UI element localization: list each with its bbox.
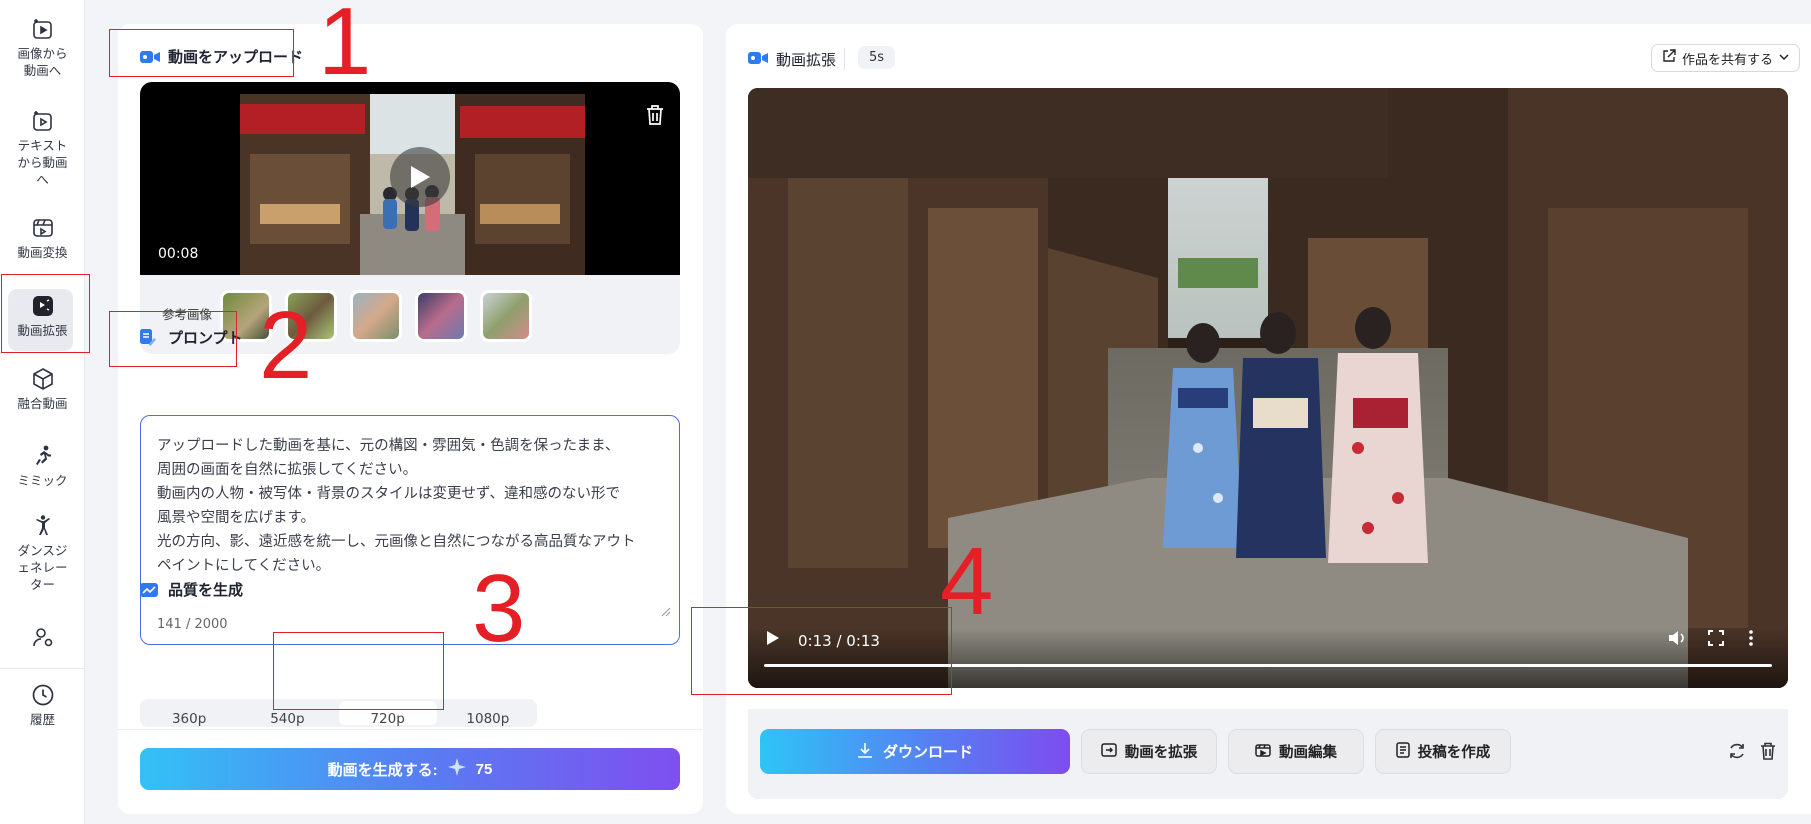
- video-extend-icon: [30, 293, 56, 319]
- annotation-box-2: [109, 311, 237, 367]
- prompt-text[interactable]: アップロードした動画を基に、元の構図・雰囲気・色調を保ったまま、 周囲の画面を自…: [157, 434, 663, 578]
- video-player[interactable]: 0:13 / 0:13: [748, 88, 1788, 688]
- annotation-box-1: [109, 29, 294, 77]
- annotation-number-1: 1: [318, 0, 372, 95]
- camera-icon: [748, 51, 768, 69]
- duration-badge: 5s: [858, 46, 896, 69]
- share-label: 作品を共有する: [1682, 52, 1774, 68]
- generate-credits: 75: [475, 760, 493, 778]
- generate-footer: 動画を生成する: 75: [118, 729, 703, 814]
- sparkle-icon: [447, 758, 466, 780]
- nav-divider: [0, 668, 85, 669]
- annotation-box-4: [691, 607, 952, 695]
- generate-video-button[interactable]: 動画を生成する: 75: [140, 748, 680, 790]
- external-link-icon: [1662, 49, 1676, 67]
- video-convert-icon: [30, 215, 56, 241]
- reference-image[interactable]: [415, 290, 467, 342]
- generate-button-label: 動画を生成する:: [327, 761, 438, 779]
- character-count: 141 / 2000: [157, 617, 228, 632]
- download-button[interactable]: ダウンロード: [760, 729, 1070, 774]
- result-panel: 動画拡張 5s 作品を共有する 0:13 / 0:13 ダウンロード 動画を拡張…: [726, 24, 1811, 814]
- trash-icon: [647, 105, 663, 125]
- sidebar-item-label: テキスト から動画 へ: [17, 138, 68, 187]
- play-icon: [411, 166, 430, 188]
- sidebar-item-label: ダンスジ ェネレー ター: [17, 543, 68, 592]
- trash-icon: [1761, 742, 1775, 760]
- text-to-video-icon: [30, 108, 56, 134]
- annotation-number-2: 2: [259, 292, 313, 399]
- volume-icon[interactable]: [1668, 630, 1686, 650]
- delete-result-button[interactable]: [1760, 742, 1776, 764]
- prompt-textarea[interactable]: アップロードした動画を基に、元の構図・雰囲気・色調を保ったまま、 周囲の画面を自…: [140, 415, 680, 645]
- download-icon: [857, 742, 873, 762]
- quality-option-360p[interactable]: 360p: [140, 699, 238, 727]
- result-title: 動画拡張: [748, 49, 836, 70]
- annotation-number-3: 3: [472, 555, 526, 662]
- download-label: ダウンロード: [882, 743, 973, 761]
- dancer-icon: [30, 513, 56, 539]
- fusion-icon: [30, 366, 56, 392]
- result-title-text: 動画拡張: [776, 51, 837, 69]
- regenerate-button[interactable]: [1728, 742, 1746, 764]
- edit-video-button[interactable]: 動画編集: [1228, 729, 1364, 774]
- title-divider: [844, 48, 845, 70]
- nav-divider-wrap: [0, 668, 85, 669]
- annotation-number-4: 4: [940, 528, 994, 635]
- video-duration: 00:08: [158, 246, 199, 262]
- sidebar-item-label: 動画変換: [17, 245, 68, 260]
- sidebar-item-mimic[interactable]: ミミック: [0, 443, 85, 489]
- quality-section-title: 品質を生成: [140, 579, 243, 600]
- refresh-icon: [1730, 743, 1744, 759]
- more-options-icon[interactable]: [1748, 630, 1754, 650]
- sidebar-item-fusion[interactable]: 融合動画: [0, 366, 85, 412]
- quality-icon: [140, 582, 160, 598]
- post-label: 投稿を作成: [1417, 745, 1491, 761]
- sidebar-item-label: 履歴: [29, 712, 55, 727]
- share-work-button[interactable]: 作品を共有する: [1651, 44, 1801, 72]
- sidebar-item-dance-generator[interactable]: ダンスジ ェネレー ター: [0, 513, 85, 593]
- image-to-video-icon: [30, 16, 56, 42]
- reference-image[interactable]: [350, 290, 402, 342]
- extend-icon: [1101, 742, 1117, 762]
- reference-image[interactable]: [480, 290, 532, 342]
- extend-video-button[interactable]: 動画を拡張: [1081, 729, 1217, 774]
- video-play-button[interactable]: [390, 147, 450, 207]
- delete-video-button[interactable]: [645, 104, 669, 128]
- chevron-down-icon: [1779, 51, 1789, 66]
- document-icon: [1396, 741, 1410, 762]
- clock-icon: [30, 682, 56, 708]
- quality-option-1080p[interactable]: 1080p: [439, 699, 537, 727]
- extend-label: 動画を拡張: [1124, 745, 1198, 761]
- fullscreen-icon[interactable]: [1708, 630, 1724, 650]
- sidebar-item-account[interactable]: [0, 624, 85, 650]
- resize-handle-icon[interactable]: [661, 602, 671, 617]
- create-post-button[interactable]: 投稿を作成: [1375, 729, 1511, 774]
- sidebar-nav: 画像から 動画へ テキスト から動画 へ 動画変換 動画拡張 融合動画 ミミック: [0, 0, 85, 824]
- video-frame: [748, 88, 1788, 688]
- sidebar-item-image-to-video[interactable]: 画像から 動画へ: [0, 16, 85, 79]
- user-settings-icon: [30, 624, 56, 650]
- sidebar-item-video-convert[interactable]: 動画変換: [0, 215, 85, 261]
- sidebar-item-text-to-video[interactable]: テキスト から動画 へ: [0, 108, 85, 188]
- sidebar-item-label: 動画拡張: [17, 323, 68, 338]
- quality-title-text: 品質を生成: [168, 581, 244, 599]
- sidebar-item-history[interactable]: 履歴: [0, 682, 85, 728]
- edit-label: 動画編集: [1279, 745, 1337, 761]
- annotation-box-3: [273, 632, 444, 710]
- sidebar-item-label: 画像から 動画へ: [17, 46, 68, 78]
- runner-icon: [30, 443, 56, 469]
- sidebar-item-label: ミミック: [17, 473, 68, 488]
- sidebar-item-label: 融合動画: [17, 396, 68, 411]
- video-edit-icon: [1255, 742, 1271, 762]
- result-actions: ダウンロード 動画を拡張 動画編集 投稿を作成: [748, 709, 1788, 799]
- uploaded-video[interactable]: 00:08: [140, 82, 680, 275]
